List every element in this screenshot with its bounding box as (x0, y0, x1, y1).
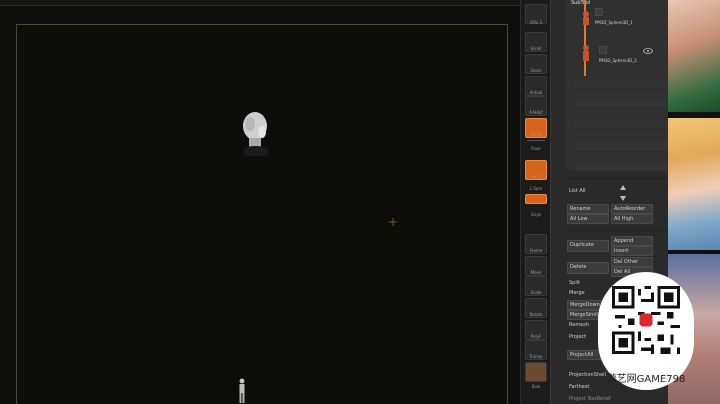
shelf-label-scale: Scale (530, 290, 542, 295)
farthest-toggle[interactable]: Farthest (569, 384, 589, 390)
all-high-button[interactable]: All High (611, 214, 653, 224)
auto-reorder-button[interactable]: AutoReorder (611, 204, 653, 214)
project-section[interactable]: Project (569, 334, 586, 340)
subtool-empty-slot[interactable] (575, 98, 671, 108)
shelf-label-polyf: PolyF (530, 334, 542, 339)
crosshair-icon (389, 218, 397, 226)
subtool-item-name: PM3D_Sphere3D_1 (595, 20, 633, 25)
subtool-item-2[interactable]: PM3D_Sphere3D_2 (579, 44, 675, 66)
palette-divider (567, 230, 667, 231)
subtool-empty-slot[interactable] (575, 120, 671, 130)
shelf-label-floor: Floor (531, 146, 541, 151)
qr-code-icon (612, 286, 680, 354)
shelf-label-gxyz: Gxyz (531, 212, 541, 217)
right-shelf: SPix 3 Scroll Zoom Actual AAHalf Persp F… (520, 0, 550, 404)
shelf-label-rotate: Rotate (529, 312, 543, 317)
subtool-empty-slot[interactable] (575, 80, 671, 90)
shelf-label-persp: Persp (530, 132, 542, 137)
solo-button[interactable] (525, 362, 547, 382)
gxyz-button[interactable] (525, 194, 547, 204)
project-basrelief-button[interactable]: Project BasRelief (569, 396, 611, 402)
shelf-label-aahalf: AAHalf (529, 110, 543, 115)
subtool-thumbnail-icon (583, 45, 589, 61)
subtool-empty-slot[interactable] (575, 142, 671, 152)
subtool-visibility-toggle[interactable] (599, 46, 607, 54)
shelf-label-lsym: L.Sym (529, 186, 543, 191)
duplicate-button[interactable]: Duplicate (567, 240, 609, 252)
shelf-label-scroll: Scroll (530, 46, 542, 51)
figure-sculpt-model[interactable] (236, 378, 248, 404)
reference-photo (668, 118, 720, 250)
all-low-button[interactable]: All Low (567, 214, 609, 224)
list-all-button[interactable]: List All (569, 188, 586, 194)
shelf-label-solo: Solo (531, 384, 541, 389)
subtool-title: SubTool (571, 0, 591, 6)
shelf-label-spix: SPix 3 (529, 20, 543, 25)
document-canvas[interactable] (0, 0, 520, 404)
palette-divider (567, 178, 667, 179)
shelf-label-move: Move (530, 270, 542, 275)
merge-section[interactable]: Merge (569, 290, 585, 296)
shelf-label-local: Local (530, 174, 542, 179)
subtool-visibility-toggle[interactable] (595, 8, 603, 16)
split-section[interactable]: Split (569, 280, 580, 286)
head-sculpt-model[interactable] (240, 110, 272, 156)
append-button[interactable]: Append (611, 236, 653, 246)
arrow-up-icon[interactable] (619, 184, 627, 192)
canvas-top-bar (0, 0, 520, 6)
insert-button[interactable]: Insert (611, 246, 653, 256)
delete-button[interactable]: Delete (567, 262, 609, 274)
subtool-item-1[interactable]: PM3D_Sphere3D_1 (579, 8, 675, 30)
shelf-label-transp: Transp (529, 354, 543, 359)
watermark-badge: 游艺网GAME798 (598, 272, 694, 390)
shelf-label-frame: Frame (529, 248, 543, 253)
rename-button[interactable]: Rename (567, 204, 609, 214)
eye-icon[interactable] (643, 48, 653, 54)
shelf-divider (527, 140, 545, 141)
shelf-label-actual: Actual (529, 90, 543, 95)
subtool-list: SubTool PM3D_Sphere3D_1 PM3D_Sphere3D_2 (565, 0, 671, 172)
arrow-down-icon[interactable] (619, 194, 627, 202)
reference-photo (668, 0, 720, 112)
subtool-empty-slot[interactable] (575, 162, 671, 172)
shelf-label-zoom: Zoom (530, 68, 542, 73)
canvas-frame[interactable] (16, 24, 508, 404)
watermark-caption: 游艺网GAME798 (606, 374, 686, 385)
subtool-item-name: PM3D_Sphere3D_2 (599, 58, 637, 63)
subtool-thumbnail-icon (583, 11, 589, 25)
del-other-button[interactable]: Del Other (611, 257, 653, 267)
remesh-section[interactable]: Remesh (569, 322, 589, 328)
